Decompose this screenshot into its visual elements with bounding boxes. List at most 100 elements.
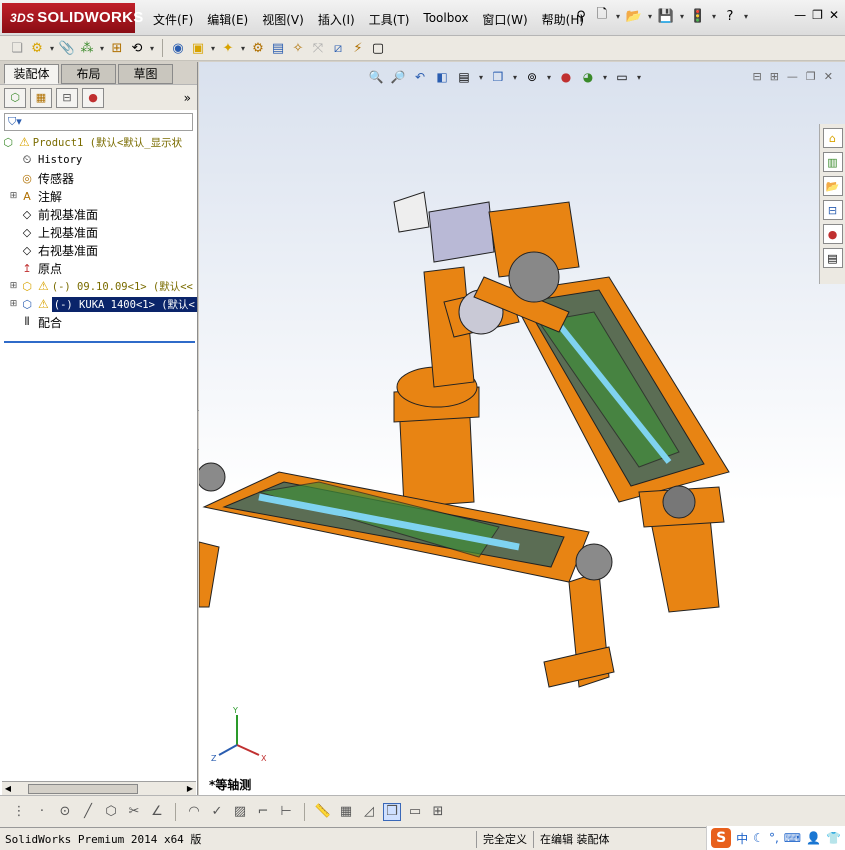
punctuation-icon[interactable]: °, xyxy=(769,831,779,845)
menu-edit[interactable]: 编辑(E) xyxy=(200,9,255,30)
show-hidden-icon[interactable]: ◉ xyxy=(169,39,187,57)
new-document-icon[interactable]: 🗋 xyxy=(593,7,611,25)
arc-icon[interactable]: ◠ xyxy=(185,803,203,821)
dimension-icon[interactable]: ⊢ xyxy=(277,803,295,821)
reference-geometry-icon[interactable]: ✦ xyxy=(219,39,237,57)
menu-window[interactable]: 窗口(W) xyxy=(475,9,534,30)
file-explorer-icon[interactable]: 📂 xyxy=(822,176,843,196)
tree-filter-input[interactable]: ⛉▾ xyxy=(4,113,193,131)
ime-language-toggle[interactable]: 中 xyxy=(736,830,748,847)
tree-item-annotations[interactable]: ⊞ A 注解 xyxy=(0,187,197,205)
tree-item-component-kuka[interactable]: ⊞ ⬡ ⚠ (-) KUKA 1400<1> (默认< xyxy=(0,295,197,313)
minimize-icon[interactable]: — xyxy=(794,8,806,22)
tab-sketch[interactable]: 草图 xyxy=(118,64,173,84)
tree-item-right-plane[interactable]: ◇ 右视基准面 xyxy=(0,241,197,259)
tree-item-front-plane[interactable]: ◇ 前视基准面 xyxy=(0,205,197,223)
display-manager-icon[interactable]: ● xyxy=(82,87,104,108)
smart-fastener-icon[interactable]: ⊞ xyxy=(108,39,126,57)
restore-icon[interactable]: ❐ xyxy=(812,8,823,22)
scroll-thumb[interactable] xyxy=(28,783,138,794)
menu-tools[interactable]: 工具(T) xyxy=(362,9,417,30)
expand-icon[interactable]: ⊞ xyxy=(8,281,19,291)
new-part-icon[interactable]: ⚙ xyxy=(28,39,46,57)
save-icon[interactable]: 💾 xyxy=(657,7,675,25)
skin-icon[interactable]: 👕 xyxy=(826,831,841,845)
design-library-icon[interactable]: ▥ xyxy=(822,152,843,172)
tree-item-sensors[interactable]: ◎ 传感器 xyxy=(0,169,197,187)
menu-bar: 文件(F) 编辑(E) 视图(V) 插入(I) 工具(T) Toolbox 窗口… xyxy=(146,9,591,30)
corner-icon[interactable]: ⌐ xyxy=(254,803,272,821)
bill-of-materials-icon[interactable]: ▤ xyxy=(269,39,287,57)
rebuild-icon[interactable]: 🚦 xyxy=(689,7,707,25)
check-icon[interactable]: ✓ xyxy=(208,803,226,821)
expand-icon[interactable]: ⊞ xyxy=(8,191,19,201)
annotation-icon: A xyxy=(23,189,31,203)
property-manager-icon[interactable]: ▦ xyxy=(30,87,52,108)
ruler-icon[interactable]: 📏 xyxy=(314,803,332,821)
solidworks-logo[interactable]: 3DS SOLIDWORKS xyxy=(2,3,143,33)
tab-assembly[interactable]: 装配体 xyxy=(4,64,59,84)
close-icon[interactable]: ✕ xyxy=(829,8,839,22)
scroll-right-icon[interactable]: ▶ xyxy=(184,784,196,793)
angle-icon[interactable]: ∠ xyxy=(148,803,166,821)
hole-alignment-icon[interactable]: ▢ xyxy=(369,39,387,57)
tree-item-history[interactable]: ⏲ History xyxy=(0,151,197,169)
tab-layout[interactable]: 布局 xyxy=(61,64,116,84)
moon-icon[interactable]: ☾ xyxy=(753,831,764,845)
menu-insert[interactable]: 插入(I) xyxy=(311,9,362,30)
view-palette-icon[interactable]: ⊟ xyxy=(822,200,843,220)
help-icon[interactable]: ? xyxy=(721,7,739,25)
grid-icon[interactable]: ▦ xyxy=(337,803,355,821)
history-icon: ⏲ xyxy=(22,153,32,166)
tree-item-origin[interactable]: ↥ 原点 xyxy=(0,259,197,277)
insert-component-icon[interactable]: ❏ xyxy=(8,39,26,57)
tree-item-mates[interactable]: ⦀ 配合 xyxy=(0,313,197,331)
graphics-area[interactable]: 🔍 🔎 ↶ ◧ ▤▾ ❒▾ ⊚▾ ● ◕▾ ▭▾ ⊟ ⊞ — ❐ ✕ xyxy=(199,62,845,795)
triangle-icon[interactable]: ◿ xyxy=(360,803,378,821)
plane-icon: ◇ xyxy=(22,207,32,221)
more-tabs-icon[interactable]: » xyxy=(184,91,191,105)
menu-view[interactable]: 视图(V) xyxy=(255,9,311,30)
feature-manager-panel: 装配体 布局 草图 ⬡ ▦ ⊟ ● » ⛉▾ ⬡ ⚠ Product1 (默认<… xyxy=(0,62,198,795)
home-icon[interactable]: ⌂ xyxy=(822,128,843,148)
move-component-icon[interactable]: ⟲ xyxy=(128,39,146,57)
plane-icon: ◇ xyxy=(22,243,32,257)
menu-file[interactable]: 文件(F) xyxy=(146,9,200,30)
user-icon[interactable]: 👤 xyxy=(806,831,821,845)
rollback-bar[interactable] xyxy=(4,341,195,343)
pin-icon[interactable]: ⚲ xyxy=(572,7,590,25)
tree-root-product[interactable]: ⬡ ⚠ Product1 (默认<默认_显示状 xyxy=(0,133,197,151)
assembly-features-icon[interactable]: ▣ xyxy=(189,39,207,57)
sogou-logo-icon[interactable]: S xyxy=(711,828,732,848)
linear-pattern-icon[interactable]: ⁂ xyxy=(78,39,96,57)
hatch-icon[interactable]: ▨ xyxy=(231,803,249,821)
point-icon[interactable]: · xyxy=(33,803,51,821)
clearance-verification-icon[interactable]: ⚡ xyxy=(349,39,367,57)
trim-icon[interactable]: ✂ xyxy=(125,803,143,821)
open-folder-icon[interactable]: 📂 xyxy=(625,7,643,25)
keyboard-icon[interactable]: ⌨ xyxy=(784,831,801,845)
line-icon[interactable]: ╱ xyxy=(79,803,97,821)
exploded-view-icon[interactable]: ✧ xyxy=(289,39,307,57)
expand-icon[interactable]: ⊞ xyxy=(8,299,19,309)
table-icon[interactable]: ⊞ xyxy=(429,803,447,821)
tree-item-component-fixture[interactable]: ⊞ ⬡ ⚠ (-) 09.10.09<1> (默认<< xyxy=(0,277,197,295)
custom-properties-icon[interactable]: ▤ xyxy=(822,248,843,268)
mate-icon[interactable]: 📎 xyxy=(58,39,76,57)
appearances-icon[interactable]: ● xyxy=(822,224,843,244)
new-motion-study-icon[interactable]: ⚙ xyxy=(249,39,267,57)
shaded-box-icon[interactable]: ❒ xyxy=(383,802,401,821)
scroll-left-icon[interactable]: ◀ xyxy=(2,784,14,793)
tree-item-top-plane[interactable]: ◇ 上视基准面 xyxy=(0,223,197,241)
feature-manager-icon[interactable]: ⬡ xyxy=(4,87,26,108)
circle-icon[interactable]: ⊙ xyxy=(56,803,74,821)
explode-line-sketch-icon[interactable]: ⤧ xyxy=(309,39,327,57)
configuration-manager-icon[interactable]: ⊟ xyxy=(56,87,78,108)
tree-horizontal-scrollbar[interactable]: ◀ ▶ xyxy=(2,781,196,795)
menu-toolbox[interactable]: Toolbox xyxy=(416,9,475,30)
polygon-icon[interactable]: ⬡ xyxy=(102,803,120,821)
window-icon[interactable]: ▭ xyxy=(406,803,424,821)
interference-detection-icon[interactable]: ⧄ xyxy=(329,39,347,57)
assembly-model[interactable] xyxy=(199,62,845,795)
title-bar: 3DS SOLIDWORKS 文件(F) 编辑(E) 视图(V) 插入(I) 工具… xyxy=(0,0,845,36)
